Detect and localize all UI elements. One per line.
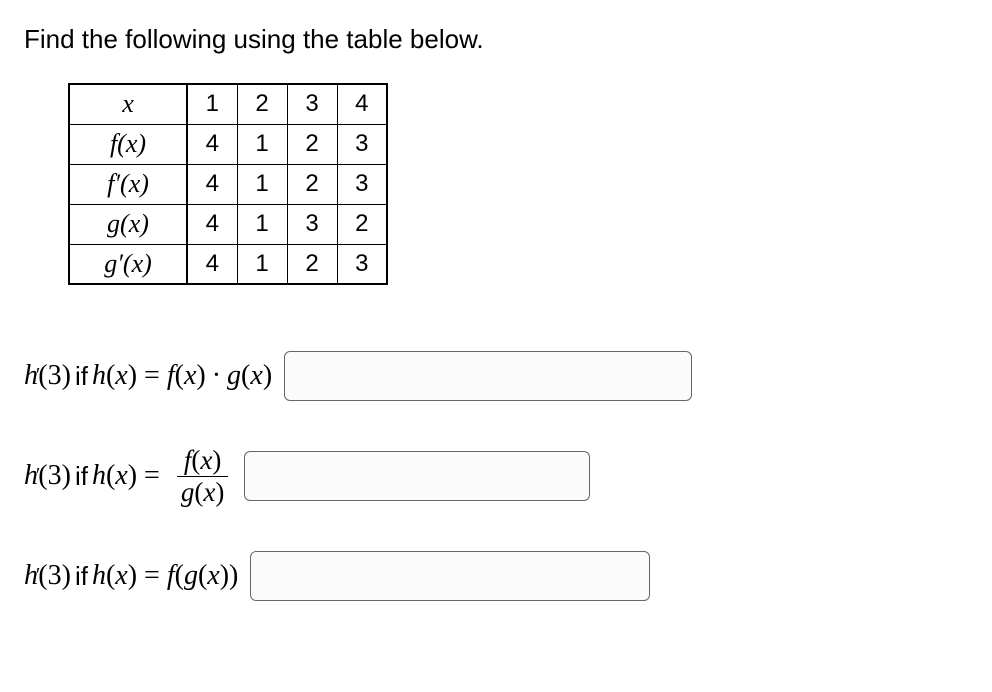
data-table-wrapper: x 1 2 3 4 f(x) 4 1 2 3 f′(x) 4 1 2 3 g(x… (68, 83, 968, 285)
table-cell: 3 (337, 164, 387, 204)
table-cell: 4 (187, 244, 237, 284)
question-expression: h′(3) if h(x) = f(x) g(x) (24, 445, 232, 508)
table-cell: 1 (237, 204, 287, 244)
table-cell: 1 (237, 124, 287, 164)
prompt-text: Find the following using the table below… (24, 24, 968, 55)
table-header-cell: 2 (237, 84, 287, 124)
table-row-label-gprime: g′(x) (69, 244, 187, 284)
table-header-cell: 1 (187, 84, 237, 124)
table-cell: 4 (187, 204, 237, 244)
data-table: x 1 2 3 4 f(x) 4 1 2 3 f′(x) 4 1 2 3 g(x… (68, 83, 388, 285)
table-header-row: x 1 2 3 4 (69, 84, 387, 124)
table-row: g′(x) 4 1 2 3 (69, 244, 387, 284)
answer-input-product[interactable] (284, 351, 692, 401)
table-cell: 2 (287, 244, 337, 284)
table-cell: 1 (237, 164, 287, 204)
table-cell: 4 (187, 164, 237, 204)
table-row: f′(x) 4 1 2 3 (69, 164, 387, 204)
table-row-label-fprime: f′(x) (69, 164, 187, 204)
table-cell: 2 (287, 124, 337, 164)
table-cell: 2 (287, 164, 337, 204)
table-header-cell: 3 (287, 84, 337, 124)
table-row-label-g: g(x) (69, 204, 187, 244)
table-cell: 3 (287, 204, 337, 244)
answer-input-quotient[interactable] (244, 451, 590, 501)
question-chain-rule: h′(3) if h(x) = f(g(x)) (24, 541, 968, 611)
table-cell: 3 (337, 244, 387, 284)
fraction: f(x) g(x) (177, 445, 228, 508)
question-expression: h′(3) if h(x) = f(x) · g(x) (24, 360, 272, 392)
table-header-x: x (69, 84, 187, 124)
table-row: f(x) 4 1 2 3 (69, 124, 387, 164)
table-row: g(x) 4 1 3 2 (69, 204, 387, 244)
table-header-cell: 4 (337, 84, 387, 124)
table-cell: 4 (187, 124, 237, 164)
question-expression: h′(3) if h(x) = f(g(x)) (24, 560, 238, 592)
table-cell: 1 (237, 244, 287, 284)
table-cell: 2 (337, 204, 387, 244)
question-product-rule: h′(3) if h(x) = f(x) · g(x) (24, 341, 968, 411)
question-quotient-rule: h′(3) if h(x) = f(x) g(x) (24, 441, 968, 511)
table-cell: 3 (337, 124, 387, 164)
table-row-label-f: f(x) (69, 124, 187, 164)
answer-input-composition[interactable] (250, 551, 650, 601)
